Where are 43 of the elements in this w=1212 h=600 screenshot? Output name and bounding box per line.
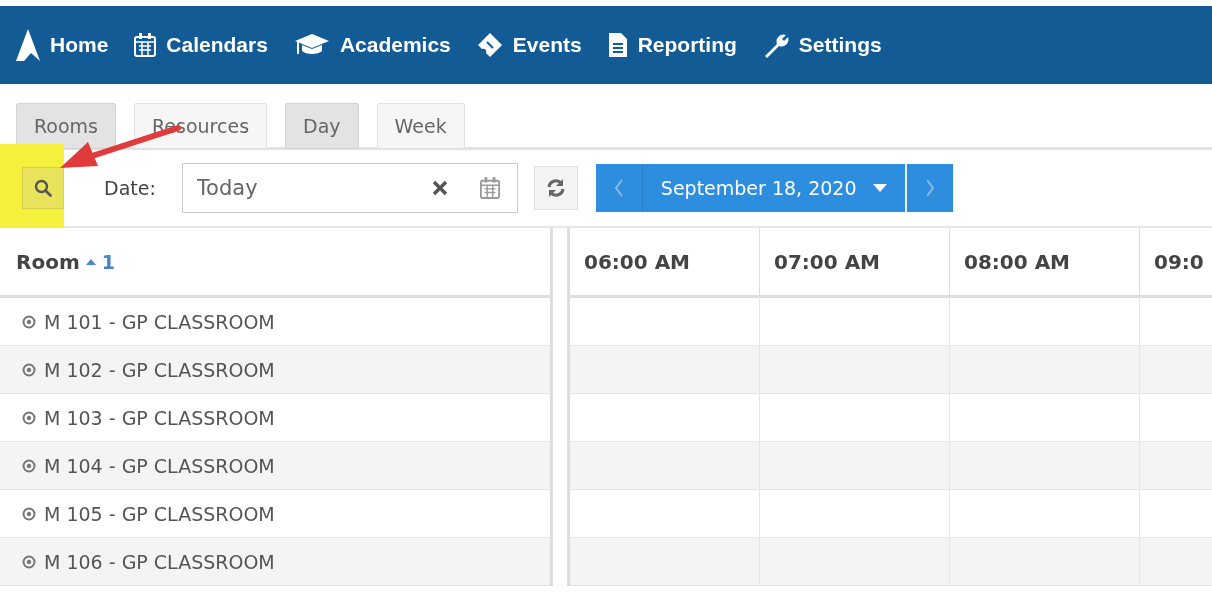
refresh-icon: [545, 178, 566, 198]
caret-icon: [872, 184, 887, 192]
date-label: Date:: [104, 177, 156, 199]
date-field[interactable]: Today: [181, 163, 518, 213]
target-icon[interactable]: [22, 458, 36, 473]
nav-link[interactable]: Events: [476, 32, 582, 58]
column-header[interactable]: Room: [16, 249, 80, 274]
target-icon[interactable]: [22, 314, 36, 329]
nav-link[interactable]: Home: [16, 29, 109, 61]
room-name: M 102 - GP CLASSROOM: [44, 358, 275, 381]
room-name: M 106 - GP CLASSROOM: [44, 550, 275, 573]
time-header: 07:00 AM: [760, 228, 950, 295]
logo-icon: [16, 29, 40, 61]
target-icon[interactable]: [22, 362, 36, 377]
view-toggle-button[interactable]: Day: [285, 103, 359, 149]
room-name: M 104 - GP CLASSROOM: [44, 454, 275, 477]
nav-link[interactable]: Reporting: [607, 32, 737, 58]
view-toggle-button[interactable]: Week: [376, 103, 465, 149]
time-header: 08:00 AM: [950, 228, 1140, 295]
search-button[interactable]: [22, 167, 64, 209]
target-icon[interactable]: [22, 410, 36, 425]
calendar-icon[interactable]: [479, 177, 500, 199]
calendar-icon: [134, 33, 157, 57]
sort-order: 1: [101, 250, 115, 273]
chevron-right-icon: [924, 178, 935, 198]
target-icon[interactable]: [22, 554, 36, 569]
nav-link[interactable]: Academics: [293, 32, 451, 58]
room-name: M 101 - GP CLASSROOM: [44, 310, 275, 333]
nav-link[interactable]: Settings: [762, 32, 882, 58]
nav-link[interactable]: Calendars: [134, 33, 268, 57]
clear-icon[interactable]: [431, 180, 448, 196]
document-icon: [607, 32, 628, 58]
time-header: 09:0: [1140, 228, 1212, 295]
sort-up-icon[interactable]: [85, 258, 96, 265]
ticket-icon: [476, 32, 503, 58]
search-icon: [34, 179, 52, 197]
view-toggle-button[interactable]: Rooms: [16, 103, 116, 149]
chevron-left-icon: [613, 178, 624, 198]
refresh-button[interactable]: [533, 166, 578, 210]
room-name: M 105 - GP CLASSROOM: [44, 502, 275, 525]
room-name: M 103 - GP CLASSROOM: [44, 406, 275, 429]
target-icon[interactable]: [22, 506, 36, 521]
time-header: 06:00 AM: [570, 228, 760, 295]
